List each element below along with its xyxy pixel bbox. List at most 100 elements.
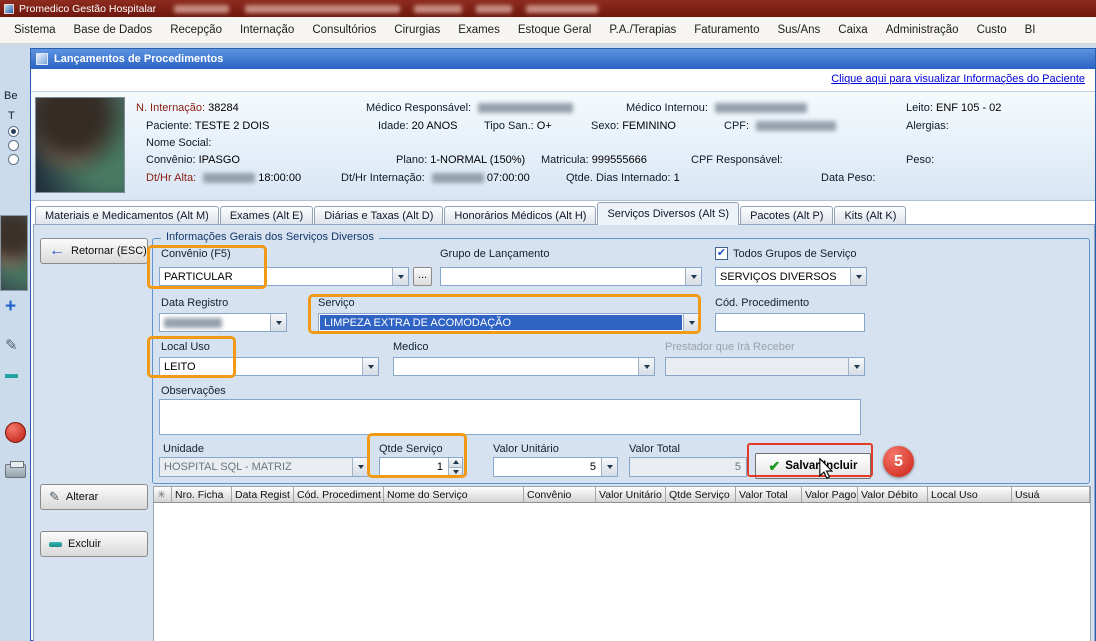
col-qtde-servico[interactable]: Qtde Serviço bbox=[666, 487, 736, 502]
convenio-value: IPASGO bbox=[199, 154, 240, 166]
menu-caixa[interactable]: Caixa bbox=[829, 21, 876, 39]
dropdown-arrow-icon[interactable] bbox=[683, 314, 699, 331]
edit-pencil-icon[interactable]: ✎ bbox=[5, 336, 18, 354]
window-titlebar: Lançamentos de Procedimentos bbox=[31, 49, 1095, 69]
col-valor-pago[interactable]: Valor Pago bbox=[802, 487, 858, 502]
plano-value: 1-NORMAL (150%) bbox=[430, 154, 525, 166]
spinner-down-icon bbox=[449, 467, 462, 477]
dropdown-arrow-icon[interactable] bbox=[685, 268, 701, 285]
servico-combobox[interactable]: LIMPEZA EXTRA DE ACOMODAÇÃO bbox=[318, 313, 700, 332]
col-nome-servico[interactable]: Nome do Serviço bbox=[384, 487, 524, 502]
patient-panel: N. Internação: 38284 Médico Responsável:… bbox=[31, 91, 1095, 201]
blurred-value bbox=[756, 121, 836, 131]
menu-estoque-geral[interactable]: Estoque Geral bbox=[509, 21, 601, 39]
alterar-label: Alterar bbox=[66, 491, 98, 503]
qtde-servico-spinner[interactable]: 1 bbox=[379, 457, 463, 477]
col-local-uso[interactable]: Local Uso bbox=[928, 487, 1012, 502]
grupo-lancamento-combobox[interactable] bbox=[440, 267, 702, 286]
col-usuario[interactable]: Usuá bbox=[1012, 487, 1090, 502]
cod-procedimento-value bbox=[716, 314, 864, 331]
cod-procedimento-field[interactable] bbox=[715, 313, 865, 332]
menu-exames[interactable]: Exames bbox=[449, 21, 509, 39]
tab-diarias-taxas[interactable]: Diárias e Taxas (Alt D) bbox=[314, 206, 443, 225]
radio-option[interactable] bbox=[8, 154, 19, 165]
menu-consultorios[interactable]: Consultórios bbox=[303, 21, 385, 39]
radio-option[interactable] bbox=[8, 140, 19, 151]
tab-pacotes[interactable]: Pacotes (Alt P) bbox=[740, 206, 833, 225]
field-sexo: Sexo: FEMININO bbox=[591, 120, 676, 132]
col-valor-total[interactable]: Valor Total bbox=[736, 487, 802, 502]
convenio-lookup-button[interactable]: ... bbox=[413, 267, 432, 286]
salvar-incluir-button[interactable]: ✔ Salvar/Incluir bbox=[755, 453, 871, 479]
dropdown-arrow-icon[interactable] bbox=[601, 458, 617, 476]
dropdown-arrow-icon[interactable] bbox=[850, 268, 866, 285]
dropdown-arrow-icon bbox=[848, 358, 864, 375]
col-convenio[interactable]: Convênio bbox=[524, 487, 596, 502]
cpf-responsavel-label: CPF Responsável: bbox=[691, 154, 783, 166]
tab-materiais-medicamentos[interactable]: Materiais e Medicamentos (Alt M) bbox=[35, 206, 219, 225]
col-cod-procedimento[interactable]: Cód. Procediment bbox=[294, 487, 384, 502]
menu-recepcao[interactable]: Recepção bbox=[161, 21, 231, 39]
radio-option[interactable] bbox=[8, 126, 19, 137]
tab-honorarios-medicos[interactable]: Honorários Médicos (Alt H) bbox=[444, 206, 596, 225]
tab-kits[interactable]: Kits (Alt K) bbox=[834, 206, 906, 225]
blurred-value bbox=[715, 103, 807, 113]
back-arrow-icon: ← bbox=[49, 245, 65, 257]
cod-procedimento-label: Cód. Procedimento bbox=[715, 297, 809, 309]
col-nro-ficha[interactable]: Nro. Ficha bbox=[172, 487, 232, 502]
idade-label: Idade: bbox=[378, 120, 409, 132]
dropdown-arrow-icon[interactable] bbox=[352, 458, 368, 476]
medico-combobox[interactable] bbox=[393, 357, 655, 376]
servico-selected-value: LIMPEZA EXTRA DE ACOMODAÇÃO bbox=[320, 315, 682, 330]
menu-internacao[interactable]: Internação bbox=[231, 21, 303, 39]
alterar-button[interactable]: ✎ Alterar bbox=[40, 484, 148, 510]
excluir-label: Excluir bbox=[68, 538, 101, 550]
patient-info-link[interactable]: Clique aqui para visualizar Informações … bbox=[831, 73, 1085, 85]
add-icon[interactable]: + bbox=[5, 298, 16, 316]
salvar-incluir-label: Salvar/Incluir bbox=[785, 460, 857, 472]
dropdown-arrow-icon[interactable] bbox=[270, 314, 286, 331]
n-internacao-value: 38284 bbox=[208, 102, 239, 114]
link-row: Clique aqui para visualizar Informações … bbox=[31, 69, 1095, 91]
results-grid-header: ✳ Nro. Ficha Data Regist Cód. Procedimen… bbox=[153, 486, 1091, 503]
dt-internacao-label: Dt/Hr Internação: bbox=[341, 172, 425, 184]
excluir-button[interactable]: Excluir bbox=[40, 531, 148, 557]
menu-faturamento[interactable]: Faturamento bbox=[685, 21, 768, 39]
menu-sistema[interactable]: Sistema bbox=[5, 21, 65, 39]
menu-pa-terapias[interactable]: P.A./Terapias bbox=[600, 21, 685, 39]
menu-administracao[interactable]: Administração bbox=[877, 21, 968, 39]
col-valor-unitario[interactable]: Valor Unitário bbox=[596, 487, 666, 502]
retornar-button[interactable]: ← Retornar (ESC) bbox=[40, 238, 148, 264]
local-uso-combobox[interactable]: LEITO bbox=[159, 357, 379, 376]
menu-bi[interactable]: BI bbox=[1016, 21, 1045, 39]
results-grid-body[interactable] bbox=[153, 503, 1091, 641]
menu-base-de-dados[interactable]: Base de Dados bbox=[65, 21, 162, 39]
servico-label: Serviço bbox=[318, 297, 355, 309]
field-medico-responsavel: Médico Responsável: bbox=[366, 102, 573, 114]
dt-alta-label: Dt/Hr Alta: bbox=[146, 172, 196, 184]
dropdown-arrow-icon[interactable] bbox=[362, 358, 378, 375]
leito-value: ENF 105 - 02 bbox=[936, 102, 1001, 114]
col-data-registro[interactable]: Data Regist bbox=[232, 487, 294, 502]
grupo-servico-combobox[interactable]: SERVIÇOS DIVERSOS bbox=[715, 267, 867, 286]
printer-icon[interactable] bbox=[5, 464, 26, 478]
tab-servicos-diversos[interactable]: Serviços Diversos (Alt S) bbox=[597, 202, 739, 225]
todos-grupos-checkbox[interactable]: ✔ bbox=[715, 247, 728, 260]
menu-sus-ans[interactable]: Sus/Ans bbox=[768, 21, 829, 39]
idade-value: 20 ANOS bbox=[412, 120, 458, 132]
spinner-buttons[interactable] bbox=[448, 458, 462, 476]
tab-exames[interactable]: Exames (Alt E) bbox=[220, 206, 313, 225]
dropdown-arrow-icon[interactable] bbox=[392, 268, 408, 285]
convenio-combobox[interactable]: PARTICULAR bbox=[159, 267, 409, 286]
dropdown-arrow-icon[interactable] bbox=[638, 358, 654, 375]
convenio-combobox-value: PARTICULAR bbox=[160, 268, 392, 285]
alarm-icon[interactable] bbox=[5, 422, 26, 443]
valor-unitario-field[interactable]: 5 bbox=[493, 457, 618, 477]
observacoes-textarea[interactable] bbox=[159, 399, 861, 435]
unidade-combobox[interactable]: HOSPITAL SQL - MATRIZ bbox=[159, 457, 369, 477]
menu-custo[interactable]: Custo bbox=[968, 21, 1016, 39]
menu-cirurgias[interactable]: Cirurgias bbox=[385, 21, 449, 39]
remove-icon[interactable]: ▬ bbox=[5, 366, 18, 381]
data-registro-field[interactable] bbox=[159, 313, 287, 332]
col-valor-debito[interactable]: Valor Débito bbox=[858, 487, 928, 502]
